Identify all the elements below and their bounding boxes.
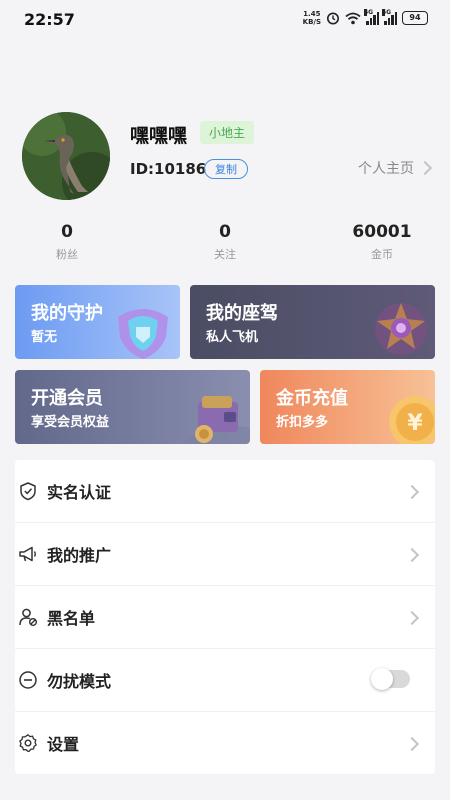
- coin-icon: ¥: [389, 396, 435, 444]
- chevron-right-icon: [417, 160, 433, 176]
- user-block-icon: [19, 608, 37, 626]
- wifi-icon: [345, 12, 361, 24]
- stat-value: 0: [219, 222, 231, 242]
- status-time: 22:57: [24, 10, 75, 29]
- toggle-knob: [371, 668, 393, 690]
- level-badge: 小地主: [200, 121, 255, 144]
- stats-row: 0 粉丝 0 关注 60001 金币: [0, 222, 450, 272]
- menu-label: 实名认证: [47, 483, 112, 502]
- card-subtitle: 暂无: [31, 330, 58, 345]
- card-title: 开通会员: [31, 388, 103, 409]
- card-title: 我的座驾: [206, 303, 278, 324]
- card-title: 金币充值: [276, 388, 348, 409]
- personal-homepage-link[interactable]: 个人主页: [358, 158, 433, 178]
- chevron-right-icon: [404, 484, 420, 500]
- my-guard-card[interactable]: 我的守护 暂无: [15, 285, 180, 359]
- chevron-right-icon: [404, 610, 420, 626]
- do-not-disturb-toggle[interactable]: [371, 668, 410, 690]
- wallet-icon: [180, 396, 250, 444]
- stat-following[interactable]: 0 关注: [165, 222, 285, 262]
- menu-label: 勿扰模式: [47, 672, 112, 691]
- emblem-icon: [375, 303, 427, 355]
- my-mount-card[interactable]: 我的座驾 私人飞机: [190, 285, 435, 359]
- menu-item-do-not-disturb: 勿扰模式: [15, 649, 435, 712]
- card-subtitle: 折扣多多: [276, 415, 329, 430]
- stat-label: 金币: [371, 248, 393, 261]
- signal-icon: 4G: [364, 8, 379, 25]
- menu-label: 设置: [47, 735, 80, 754]
- battery-icon: 94: [402, 11, 428, 25]
- avatar[interactable]: [22, 112, 110, 200]
- stat-value: 60001: [352, 222, 412, 242]
- menu-label: 我的推广: [47, 546, 112, 565]
- alarm-icon: [327, 12, 339, 25]
- svg-text:¥: ¥: [407, 411, 423, 436]
- status-icons: 1.45 KB/S 4G 5G 94: [302, 8, 428, 26]
- chevron-right-icon: [404, 736, 420, 752]
- coin-recharge-card[interactable]: ¥ 金币充值 折扣多多: [260, 370, 435, 444]
- menu-item-settings[interactable]: 设置: [15, 712, 435, 774]
- network-speed: 1.45 KB/S: [302, 10, 321, 26]
- menu-label: 黑名单: [47, 609, 96, 628]
- gear-icon: [19, 734, 37, 753]
- guard-shield-icon: [118, 309, 168, 359]
- homepage-label: 个人主页: [358, 161, 414, 177]
- menu-item-real-name-auth[interactable]: 实名认证: [15, 460, 435, 523]
- status-bar: 22:57 1.45 KB/S 4G 5G 94: [0, 0, 450, 40]
- shield-check-icon: [20, 482, 36, 501]
- stat-value: 0: [61, 222, 73, 242]
- stat-fans[interactable]: 0 粉丝: [7, 222, 127, 262]
- nickname: 嘿嘿嘿: [130, 125, 188, 147]
- card-subtitle: 享受会员权益: [31, 415, 110, 430]
- settings-menu: 实名认证 我的推广 黑名单 勿扰模式 设置: [15, 460, 435, 774]
- card-subtitle: 私人飞机: [206, 330, 259, 345]
- copy-id-button[interactable]: 复制: [204, 159, 248, 179]
- menu-item-blacklist[interactable]: 黑名单: [15, 586, 435, 649]
- chevron-right-icon: [404, 547, 420, 563]
- signal-icon-2: 5G: [382, 8, 397, 25]
- megaphone-icon: [19, 546, 36, 562]
- stat-coins[interactable]: 60001 金币: [322, 222, 442, 262]
- profile-header: 嘿嘿嘿 小地主 ID:10186 复制 个人主页: [0, 100, 450, 210]
- do-not-disturb-icon: [19, 671, 37, 689]
- stat-label: 关注: [214, 248, 236, 261]
- card-title: 我的守护: [31, 303, 103, 324]
- stat-label: 粉丝: [56, 248, 78, 261]
- menu-item-my-promotion[interactable]: 我的推广: [15, 523, 435, 586]
- user-id: ID:10186: [130, 160, 207, 178]
- open-vip-card[interactable]: 开通会员 享受会员权益: [15, 370, 250, 444]
